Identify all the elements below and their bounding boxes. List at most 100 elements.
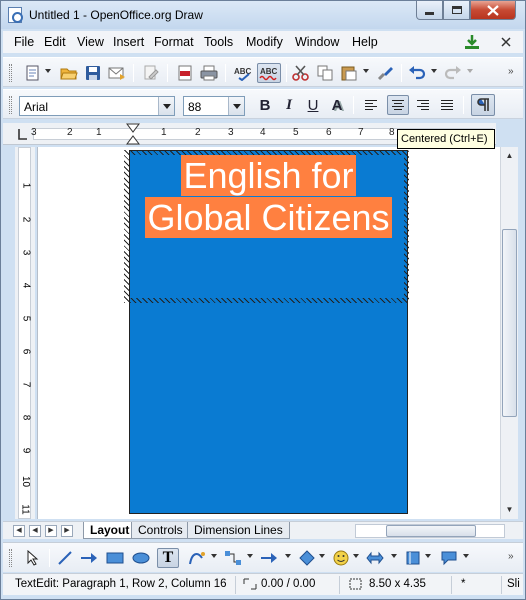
ruler-label: 4	[260, 127, 266, 138]
symbol-shapes-dropdown-arrow[interactable]	[353, 554, 359, 558]
close-document-icon[interactable]	[501, 37, 511, 47]
position-icon	[243, 578, 257, 590]
menu-file[interactable]: File	[14, 35, 34, 49]
horizontal-scrollbar[interactable]	[355, 524, 505, 538]
menu-view[interactable]: View	[77, 35, 104, 49]
shadow-button[interactable]: A	[327, 95, 347, 115]
font-name-box[interactable]: Arial	[19, 96, 175, 116]
font-size-box[interactable]: 88	[183, 96, 245, 116]
edit-file-button[interactable]	[141, 63, 161, 83]
text-button[interactable]: T	[157, 548, 179, 568]
align-center-button[interactable]	[387, 95, 409, 115]
ellipse-button[interactable]	[131, 548, 151, 568]
tab-stop-selector[interactable]	[15, 127, 29, 141]
toolbar-overflow-icon[interactable]: »	[508, 66, 514, 77]
save-button[interactable]	[83, 63, 103, 83]
scrollbar-thumb[interactable]	[386, 525, 476, 537]
connector-dropdown-arrow[interactable]	[247, 554, 253, 558]
email-button[interactable]	[107, 63, 127, 83]
align-right-button[interactable]	[413, 95, 433, 115]
cut-button[interactable]	[291, 63, 311, 83]
chevron-down-icon[interactable]	[228, 97, 244, 115]
toolbar-separator	[49, 549, 50, 567]
lines-arrows-dropdown-arrow[interactable]	[285, 554, 291, 558]
redo-button[interactable]	[443, 63, 463, 83]
toolbar-grip[interactable]	[9, 64, 12, 82]
next-tab-icon[interactable]: ▶	[45, 525, 57, 537]
scroll-down-icon[interactable]: ▼	[502, 502, 517, 517]
chevron-down-icon[interactable]	[158, 97, 174, 115]
minimize-button[interactable]	[416, 1, 443, 20]
spellcheck-button[interactable]: ABC	[233, 63, 253, 83]
text-direction-button[interactable]	[471, 94, 495, 116]
maximize-button[interactable]	[443, 1, 470, 20]
toolbar-separator	[286, 64, 287, 82]
last-tab-icon[interactable]: ▶	[61, 525, 73, 537]
justify-icon	[441, 100, 453, 110]
menu-modify[interactable]: Modify	[246, 35, 283, 49]
toolbar-overflow-icon[interactable]: »	[508, 551, 514, 562]
tab-dimension-lines[interactable]: Dimension Lines	[187, 522, 290, 539]
title-text-box[interactable]: English for Global Citizens	[129, 155, 408, 239]
italic-button[interactable]: I	[279, 95, 299, 115]
select-button[interactable]	[23, 548, 43, 568]
scroll-up-icon[interactable]: ▲	[502, 148, 517, 163]
arrow-line-button[interactable]	[79, 548, 99, 568]
menu-insert[interactable]: Insert	[113, 35, 144, 49]
bold-button[interactable]: B	[255, 95, 275, 115]
autospellcheck-button[interactable]: ABC	[257, 63, 281, 83]
align-left-button[interactable]	[361, 95, 381, 115]
block-arrows-button[interactable]	[365, 548, 385, 568]
clone-format-button[interactable]	[375, 63, 395, 83]
basic-shapes-dropdown-arrow[interactable]	[319, 554, 325, 558]
copy-button[interactable]	[315, 63, 335, 83]
paste-dropdown-arrow[interactable]	[363, 69, 369, 73]
menu-window[interactable]: Window	[295, 35, 339, 49]
print-button[interactable]	[199, 63, 219, 83]
align-left-icon	[365, 100, 377, 110]
curve-dropdown-arrow[interactable]	[211, 554, 217, 558]
update-download-icon[interactable]	[463, 34, 481, 50]
scrollbar-thumb[interactable]	[502, 229, 517, 417]
indent-marker-icon[interactable]	[126, 123, 140, 145]
callouts-button[interactable]	[439, 548, 459, 568]
rectangle-button[interactable]	[105, 548, 125, 568]
menu-tools[interactable]: Tools	[204, 35, 233, 49]
connector-button[interactable]	[223, 548, 243, 568]
drawing-canvas[interactable]: English for Global Citizens	[37, 147, 500, 519]
menu-edit[interactable]: Edit	[44, 35, 66, 49]
vertical-ruler[interactable]: 1 2 3 4 5 6 7 8 9 10 11	[15, 147, 35, 519]
toolbar-grip[interactable]	[9, 96, 12, 114]
first-tab-icon[interactable]: ◀	[13, 525, 25, 537]
vertical-scrollbar[interactable]: ▲ ▼	[500, 147, 518, 519]
toolbar-grip[interactable]	[9, 549, 12, 567]
curve-button[interactable]	[187, 548, 207, 568]
paste-button[interactable]	[339, 63, 359, 83]
lines-arrows-button[interactable]	[259, 548, 279, 568]
export-pdf-button[interactable]	[175, 63, 195, 83]
justify-button[interactable]	[437, 95, 457, 115]
prev-tab-icon[interactable]: ◀	[29, 525, 41, 537]
menu-help[interactable]: Help	[352, 35, 378, 49]
block-arrows-dropdown-arrow[interactable]	[391, 554, 397, 558]
undo-dropdown-arrow[interactable]	[431, 69, 437, 73]
line-button[interactable]	[55, 548, 75, 568]
underline-button[interactable]: U	[303, 95, 323, 115]
menu-format[interactable]: Format	[154, 35, 194, 49]
new-dropdown-arrow[interactable]	[45, 69, 51, 73]
status-divider	[501, 576, 502, 594]
tab-controls[interactable]: Controls	[131, 522, 190, 539]
tab-layout[interactable]: Layout	[83, 522, 137, 539]
callouts-dropdown-arrow[interactable]	[463, 554, 469, 558]
open-button[interactable]	[59, 63, 79, 83]
undo-button[interactable]	[407, 63, 427, 83]
flowcharts-icon	[406, 551, 420, 565]
title-bar[interactable]: Untitled 1 - OpenOffice.org Draw	[1, 1, 525, 29]
flowcharts-dropdown-arrow[interactable]	[425, 554, 431, 558]
flowcharts-button[interactable]	[403, 548, 423, 568]
symbol-shapes-button[interactable]	[331, 548, 351, 568]
new-button[interactable]	[23, 63, 43, 83]
close-button[interactable]	[470, 1, 516, 20]
redo-dropdown-arrow[interactable]	[467, 69, 473, 73]
basic-shapes-button[interactable]	[297, 548, 317, 568]
